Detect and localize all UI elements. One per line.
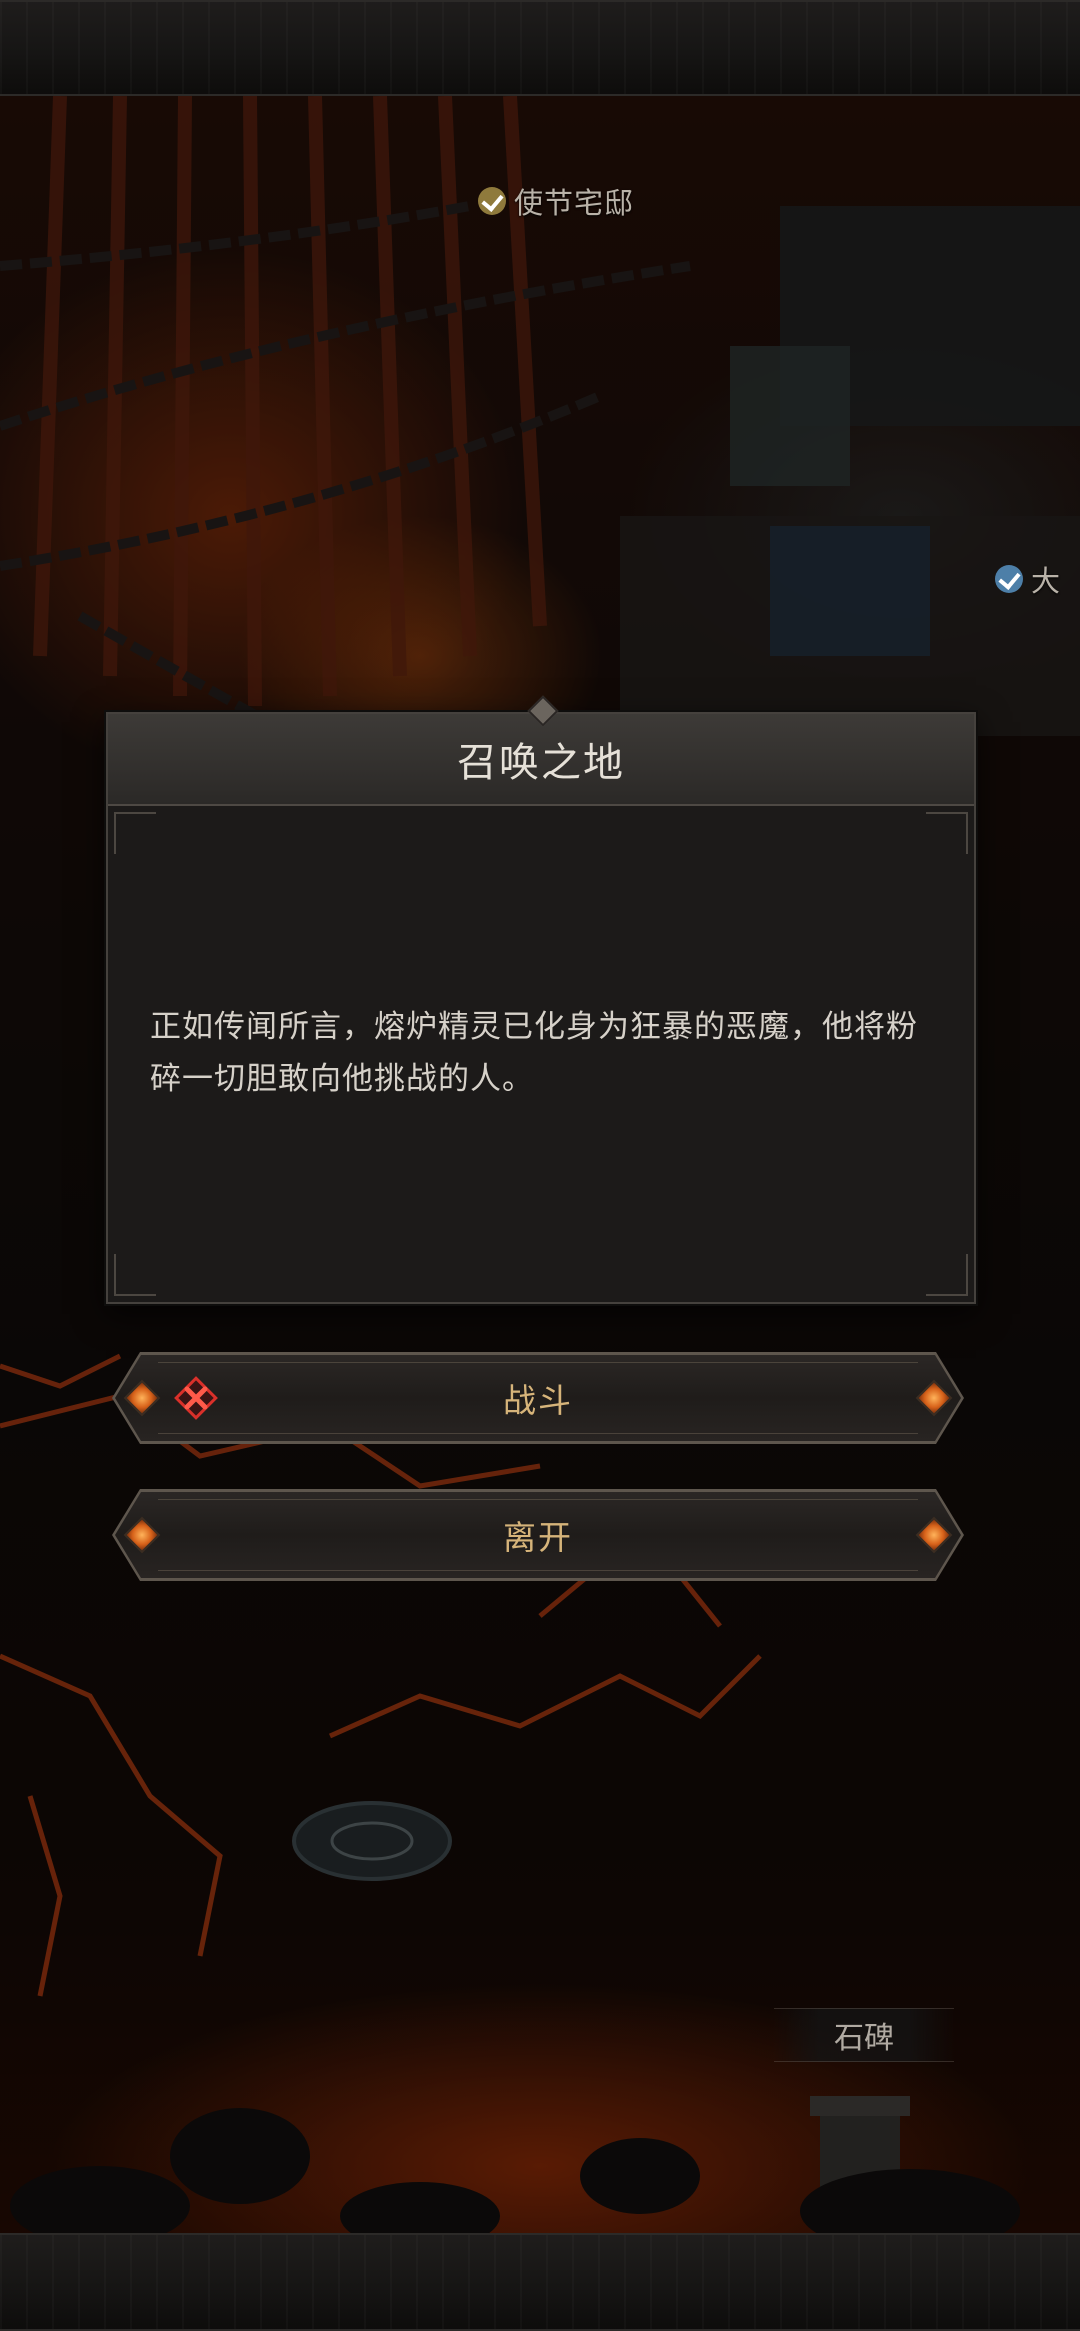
map-label-text: 使节宅邸	[514, 186, 635, 220]
check-icon	[995, 565, 1023, 593]
check-icon	[478, 187, 506, 215]
dialog-header: 召唤之地	[108, 714, 974, 806]
event-dialog: 召唤之地 正如传闻所言，熔炉精灵已化身为狂暴的恶魔，他将粉碎一切胆敢向他挑战的人…	[106, 695, 976, 1304]
map-label-envoy-residence[interactable]: 使节宅邸	[478, 180, 634, 222]
leave-button[interactable]: 离开	[112, 1489, 964, 1581]
map-label-text: 大	[1031, 564, 1062, 598]
dialog-title: 召唤之地	[457, 740, 625, 786]
corner-ornament	[926, 812, 968, 854]
map-label-partial[interactable]: 大	[995, 558, 1061, 600]
bottom-frame-border	[0, 2233, 1080, 2331]
dialog-description: 正如传闻所言，熔炉精灵已化身为狂暴的恶魔，他将粉碎一切胆敢向他挑战的人。	[150, 1009, 918, 1097]
fight-button-label: 战斗	[503, 1381, 573, 1420]
map-label-stele[interactable]: 石碑	[774, 2008, 954, 2062]
dialog-body: 正如传闻所言，熔炉精灵已化身为狂暴的恶魔，他将粉碎一切胆敢向他挑战的人。	[150, 804, 932, 1302]
top-frame-border	[0, 0, 1080, 96]
fight-button[interactable]: 战斗	[112, 1352, 964, 1444]
corner-ornament	[926, 1254, 968, 1296]
leave-button-label: 离开	[503, 1518, 573, 1557]
